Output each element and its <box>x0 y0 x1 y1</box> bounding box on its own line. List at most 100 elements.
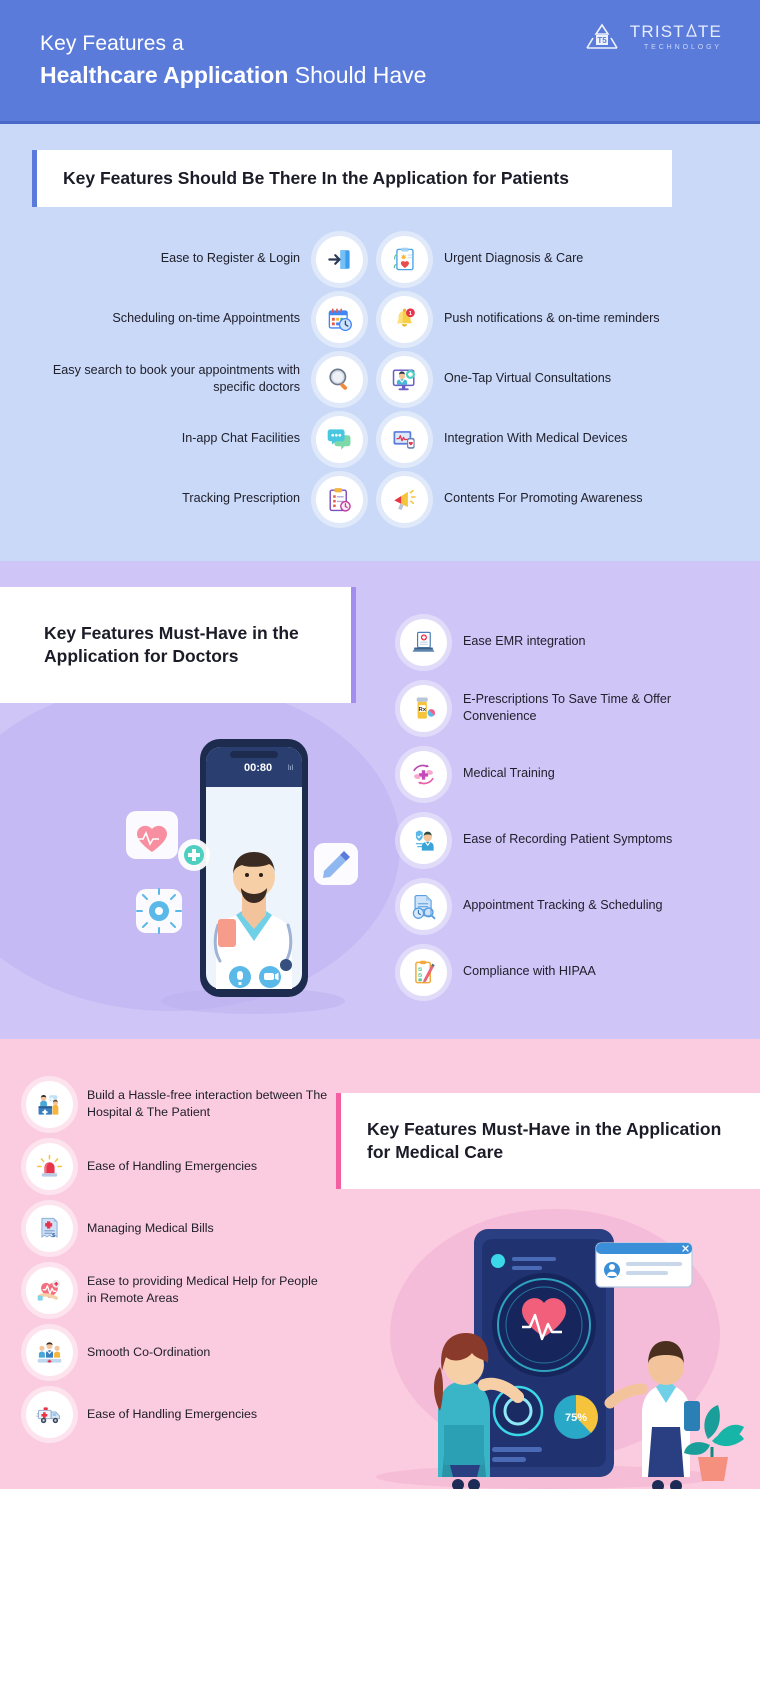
feature-item[interactable]: Easy search to book your appointments wi… <box>30 349 363 409</box>
feature-item[interactable]: $ Managing Medical Bills <box>26 1197 330 1259</box>
document-clock-search-icon <box>400 882 447 930</box>
page-title-emphasis: Healthcare Application <box>40 61 289 88</box>
feature-item[interactable]: Integration With Medical Devices <box>381 409 714 469</box>
laptop-medical-record-icon <box>400 618 447 666</box>
tristate-logo-icon: T5 <box>586 23 618 49</box>
feature-item[interactable]: 1 Push notifications & on-time reminders <box>381 289 714 349</box>
header-title-group: Key Features a Healthcare Application Sh… <box>40 31 426 90</box>
feature-item[interactable]: Tracking Prescription <box>30 469 363 529</box>
brand-logo-text: TRIST TE TECHNOLOGY <box>630 23 722 51</box>
feature-item[interactable]: Medical Training <box>400 741 722 807</box>
feature-label: Urgent Diagnosis & Care <box>444 251 584 266</box>
team-group-icon <box>26 1328 73 1376</box>
feature-label: One-Tap Virtual Consultations <box>444 371 612 386</box>
hand-heart-icon <box>26 1266 73 1314</box>
section-doctors: Key Features Must-Have in the Applicatio… <box>0 561 760 1040</box>
feature-label: Ease to Register & Login <box>160 251 300 266</box>
feature-label: In-app Chat Facilities <box>181 431 300 446</box>
patients-heading: Key Features Should Be There In the Appl… <box>63 168 569 188</box>
bell-notification-icon: 1 <box>381 295 428 343</box>
prescription-clipboard-icon <box>316 475 363 523</box>
feature-item[interactable]: One-Tap Virtual Consultations <box>381 349 714 409</box>
patients-right-column: Urgent Diagnosis & Care 1 Push notificat… <box>381 229 714 529</box>
login-door-icon <box>316 235 363 283</box>
section-patients: Key Features Should Be There In the Appl… <box>0 124 760 562</box>
feature-label: Medical Training <box>463 766 555 781</box>
patients-left-column: Ease to Register & Login Scheduling on-t… <box>30 229 363 529</box>
feature-item[interactable]: Compliance with HIPAA <box>400 939 722 1005</box>
feature-item[interactable]: In-app Chat Facilities <box>30 409 363 469</box>
megaphone-icon <box>381 475 428 523</box>
feature-label: Build a Hassle-free interaction between … <box>87 1087 328 1120</box>
pill-bottle-rx-icon: Rx <box>400 684 447 732</box>
feature-item[interactable]: Ease of Handling Emergencies <box>26 1383 330 1445</box>
brand-logo[interactable]: T5 TRIST TE TECHNOLOGY <box>581 22 722 52</box>
feature-label: Ease to providing Medical Help for Peopl… <box>87 1273 318 1306</box>
feature-label: Managing Medical Bills <box>87 1220 214 1235</box>
feature-label: Contents For Promoting Awareness <box>444 491 643 506</box>
feature-label: Compliance with HIPAA <box>463 964 596 979</box>
patients-heading-box: Key Features Should Be There In the Appl… <box>32 150 672 208</box>
logo-badge-text: T5 <box>597 36 607 45</box>
checklist-pen-icon <box>400 948 447 996</box>
svg-text:lıl: lıl <box>288 765 294 772</box>
page-header: Key Features a Healthcare Application Sh… <box>0 0 760 124</box>
feature-label: Smooth Co-Ordination <box>87 1344 211 1359</box>
patients-feature-grid: Ease to Register & Login Scheduling on-t… <box>0 207 760 529</box>
feature-item[interactable]: Scheduling on-time Appointments <box>30 289 363 349</box>
medical-care-illustration: 75% <box>376 1229 744 1490</box>
monitor-smartwatch-icon <box>381 415 428 463</box>
feature-label: Push notifications & on-time reminders <box>444 311 660 326</box>
feature-label: Scheduling on-time Appointments <box>112 311 300 326</box>
feature-label: Ease EMR integration <box>463 634 586 649</box>
svg-text:Rx: Rx <box>418 707 426 713</box>
doctors-heading-box: Key Features Must-Have in the Applicatio… <box>0 587 356 704</box>
gauge-percent-label: 75% <box>565 1412 587 1424</box>
feature-label: Ease of Handling Emergencies <box>87 1158 258 1173</box>
section-medical-care: Key Features Must-Have in the Applicatio… <box>0 1039 760 1490</box>
medical-invoice-icon: $ <box>26 1204 73 1252</box>
brand-name-part2: TE <box>697 22 722 41</box>
feature-label: Easy search to book your appointments wi… <box>52 362 300 395</box>
care-heading-box: Key Features Must-Have in the Applicatio… <box>336 1093 760 1190</box>
infographic-page: Key Features a Healthcare Application Sh… <box>0 0 760 1490</box>
phone-clock-time: 00:80 <box>244 762 272 774</box>
feature-label: E-Prescriptions To Save Time & Offer Con… <box>463 691 672 724</box>
feature-label: Tracking Prescription <box>182 491 300 506</box>
feature-item[interactable]: Smooth Co-Ordination <box>26 1321 330 1383</box>
feature-label: Ease of Handling Emergencies <box>87 1406 258 1421</box>
doctor-phone-illustration: 00:80 lıl <box>126 739 358 1015</box>
feature-item[interactable]: Contents For Promoting Awareness <box>381 469 714 529</box>
brand-tagline: TECHNOLOGY <box>643 44 722 51</box>
emergency-siren-icon <box>26 1142 73 1190</box>
page-title-line1: Key Features a <box>40 31 184 55</box>
brand-name: TRIST TE <box>630 23 722 40</box>
doctors-heading: Key Features Must-Have in the Applicatio… <box>44 623 299 667</box>
chat-bubbles-icon <box>316 415 363 463</box>
calendar-clock-icon <box>316 295 363 343</box>
doctors-feature-list: Ease EMR integration Rx E-Prescriptions … <box>400 609 722 1005</box>
care-heading: Key Features Must-Have in the Applicatio… <box>367 1119 722 1163</box>
brand-triangle-a-icon <box>685 24 697 37</box>
feature-item[interactable]: Ease EMR integration <box>400 609 722 675</box>
medical-chart-heart-icon <box>381 235 428 283</box>
feature-label: Integration With Medical Devices <box>444 431 628 446</box>
feature-item[interactable]: Build a Hassle-free interaction between … <box>26 1073 330 1135</box>
reception-desk-icon <box>26 1080 73 1128</box>
feature-item[interactable]: Ease of Handling Emergencies <box>26 1135 330 1197</box>
hands-medical-cross-icon <box>400 750 447 798</box>
feature-item[interactable]: Appointment Tracking & Scheduling <box>400 873 722 939</box>
ambulance-icon <box>26 1390 73 1438</box>
feature-item[interactable]: Urgent Diagnosis & Care <box>381 229 714 289</box>
care-feature-list: Build a Hassle-free interaction between … <box>0 1039 330 1445</box>
magnifier-icon <box>316 355 363 403</box>
feature-item[interactable]: Rx E-Prescriptions To Save Time & Offer … <box>400 675 722 741</box>
feature-item[interactable]: Ease of Recording Patient Symptoms <box>400 807 722 873</box>
feature-item[interactable]: Ease to providing Medical Help for Peopl… <box>26 1259 330 1321</box>
feature-item[interactable]: Ease to Register & Login <box>30 229 363 289</box>
patient-profile-icon <box>400 816 447 864</box>
video-doctor-monitor-icon <box>381 355 428 403</box>
feature-label: Ease of Recording Patient Symptoms <box>463 832 673 847</box>
page-title-line2: Healthcare Application Should Have <box>40 61 426 90</box>
brand-name-part1: TRIST <box>629 22 685 41</box>
